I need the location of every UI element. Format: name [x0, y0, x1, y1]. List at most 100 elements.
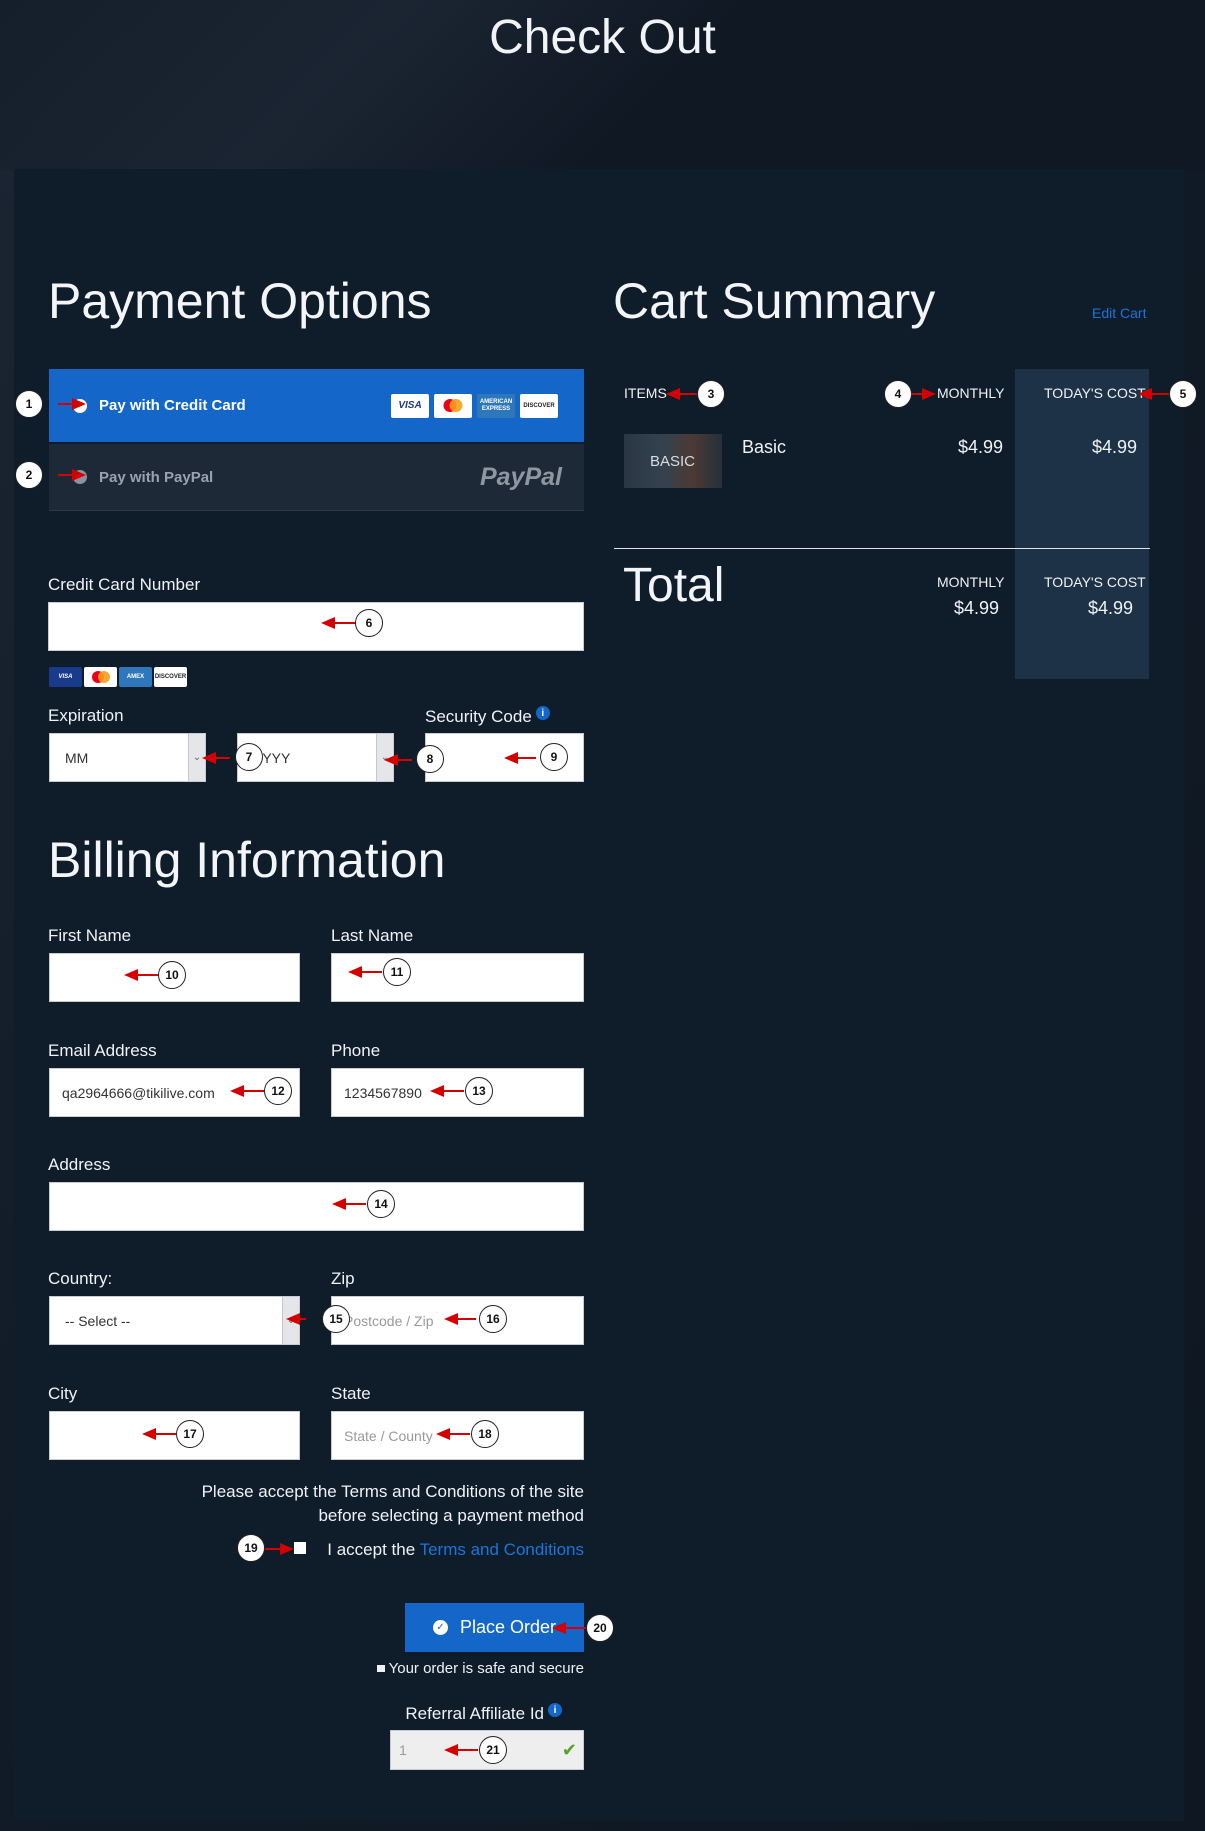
lock-icon [376, 1665, 385, 1672]
email-address-input[interactable]: qa2964666@tikilive.com [49, 1068, 300, 1117]
payment-options-heading: Payment Options [48, 273, 432, 329]
callout-6: 6 [355, 609, 383, 637]
callout-18: 18 [471, 1420, 499, 1448]
paypal-logo: PayPal [479, 462, 562, 491]
accepted-cards: VISA AMERICAN EXPRESS DISCOVER [391, 393, 558, 418]
annotation-arrow [456, 1749, 478, 1751]
callout-12: 12 [264, 1077, 292, 1105]
annotation-arrow [564, 1627, 586, 1629]
annotation-arrow [396, 759, 412, 761]
phone-value: 1234567890 [344, 1084, 422, 1101]
state-label: State [331, 1384, 371, 1403]
callout-5: 5 [1169, 380, 1197, 408]
city-label: City [48, 1384, 78, 1403]
country-value: -- Select -- [65, 1312, 131, 1329]
email-address-label: Email Address [48, 1041, 157, 1060]
info-icon[interactable]: i [535, 706, 550, 720]
edit-cart-link[interactable]: Edit Cart [1092, 305, 1146, 321]
callout-4: 4 [884, 380, 912, 408]
first-name-label: First Name [48, 926, 132, 945]
zip-placeholder: Postcode / Zip [344, 1312, 434, 1329]
secure-notice: Your order is safe and secure [300, 1660, 584, 1677]
callout-7: 7 [235, 743, 263, 771]
item-monthly-price: $4.99 [958, 437, 1004, 457]
credit-card-number-label: Credit Card Number [48, 575, 201, 594]
total-monthly-label: MONTHLY [937, 574, 1005, 590]
page-title: Check Out [489, 11, 716, 64]
callout-11: 11 [383, 958, 411, 986]
terms-notice-line1: Please accept the Terms and Conditions o… [201, 1482, 584, 1501]
checkmark-icon: ✔ [561, 1739, 577, 1760]
amex-mini-icon: AMEX [119, 667, 152, 687]
country-label: Country: [48, 1269, 113, 1288]
amex-icon: AMERICAN EXPRESS [477, 393, 515, 418]
annotation-arrow [333, 622, 355, 624]
place-order-label: Place Order [459, 1617, 557, 1637]
todays-cost-column [1015, 369, 1149, 679]
annotation-arrowhead [72, 469, 86, 481]
phone-label: Phone [331, 1041, 381, 1060]
callout-19: 19 [237, 1534, 265, 1562]
info-icon[interactable]: i [548, 1703, 562, 1717]
annotation-arrowhead [280, 1543, 294, 1555]
items-column-header: ITEMS [624, 385, 667, 401]
billing-information-heading: Billing Information [48, 832, 446, 888]
monthly-column-header: MONTHLY [937, 385, 1005, 401]
terms-link[interactable]: Terms and Conditions [420, 1540, 584, 1559]
cart-summary-heading: Cart Summary [613, 273, 936, 329]
zip-label: Zip [331, 1269, 355, 1288]
annotation-arrow [344, 1203, 366, 1205]
todays-cost-column-header: TODAY'S COST [1044, 385, 1146, 401]
paypal-option-label: Pay with PayPal [99, 468, 214, 486]
credit-card-option-label: Pay with Credit Card [99, 397, 246, 414]
discover-icon: DISCOVER [520, 393, 558, 418]
address-label: Address [48, 1155, 111, 1174]
callout-13: 13 [465, 1077, 493, 1105]
security-code-label: Security Code i [425, 706, 550, 727]
annotation-arrowhead [922, 388, 936, 400]
country-select[interactable]: -- Select -- ⌄ [49, 1296, 300, 1345]
callout-3: 3 [697, 380, 725, 408]
expiration-month-value: MM [65, 749, 89, 766]
total-todays-cost-label: TODAY'S COST [1044, 574, 1146, 590]
expiration-month-select[interactable]: MM ⌄ [49, 733, 206, 782]
referral-affiliate-label-text: Referral Affiliate Id [405, 1704, 544, 1724]
pay-with-credit-card-option[interactable]: ✓ Pay with Credit Card VISA AMERICAN EXP… [49, 369, 584, 442]
annotation-arrow [214, 757, 230, 759]
callout-15: 15 [322, 1305, 350, 1333]
city-input[interactable] [49, 1411, 300, 1460]
visa-mini-icon: VISA [49, 667, 82, 687]
pay-with-paypal-option[interactable]: Pay with PayPal PayPal [49, 444, 584, 511]
annotation-arrow [242, 1090, 264, 1092]
callout-20: 20 [586, 1614, 614, 1642]
callout-17: 17 [176, 1420, 204, 1448]
secure-notice-text: Your order is safe and secure [388, 1660, 584, 1677]
callout-8: 8 [416, 745, 444, 773]
callout-14: 14 [367, 1190, 395, 1218]
item-name: Basic [742, 437, 787, 457]
callout-1: 1 [15, 390, 43, 418]
address-input[interactable] [49, 1182, 584, 1231]
item-todays-cost: $4.99 [1092, 437, 1138, 457]
visa-icon: VISA [391, 393, 429, 418]
state-input[interactable]: State / County [331, 1411, 584, 1460]
check-circle-icon: ✓ [432, 1620, 448, 1635]
total-todays-cost-value: $4.99 [1088, 598, 1134, 618]
annotation-arrow [154, 1433, 176, 1435]
total-monthly-value: $4.99 [954, 598, 1000, 618]
callout-9: 9 [540, 743, 568, 771]
terms-notice: Please accept the Terms and Conditions o… [140, 1480, 584, 1528]
credit-card-number-input[interactable] [48, 602, 584, 651]
annotation-arrow [360, 971, 382, 973]
callout-16: 16 [479, 1305, 507, 1333]
annotation-arrow [448, 1433, 470, 1435]
last-name-label: Last Name [331, 926, 414, 945]
security-code-label-text: Security Code [425, 707, 532, 727]
annotation-arrow [136, 974, 158, 976]
phone-input[interactable]: 1234567890 [331, 1068, 584, 1117]
annotation-arrow [456, 1318, 476, 1320]
referral-affiliate-value: 1 [399, 1742, 407, 1758]
state-placeholder: State / County [344, 1427, 433, 1444]
last-name-input[interactable] [331, 953, 584, 1002]
annotation-arrow [442, 1090, 464, 1092]
